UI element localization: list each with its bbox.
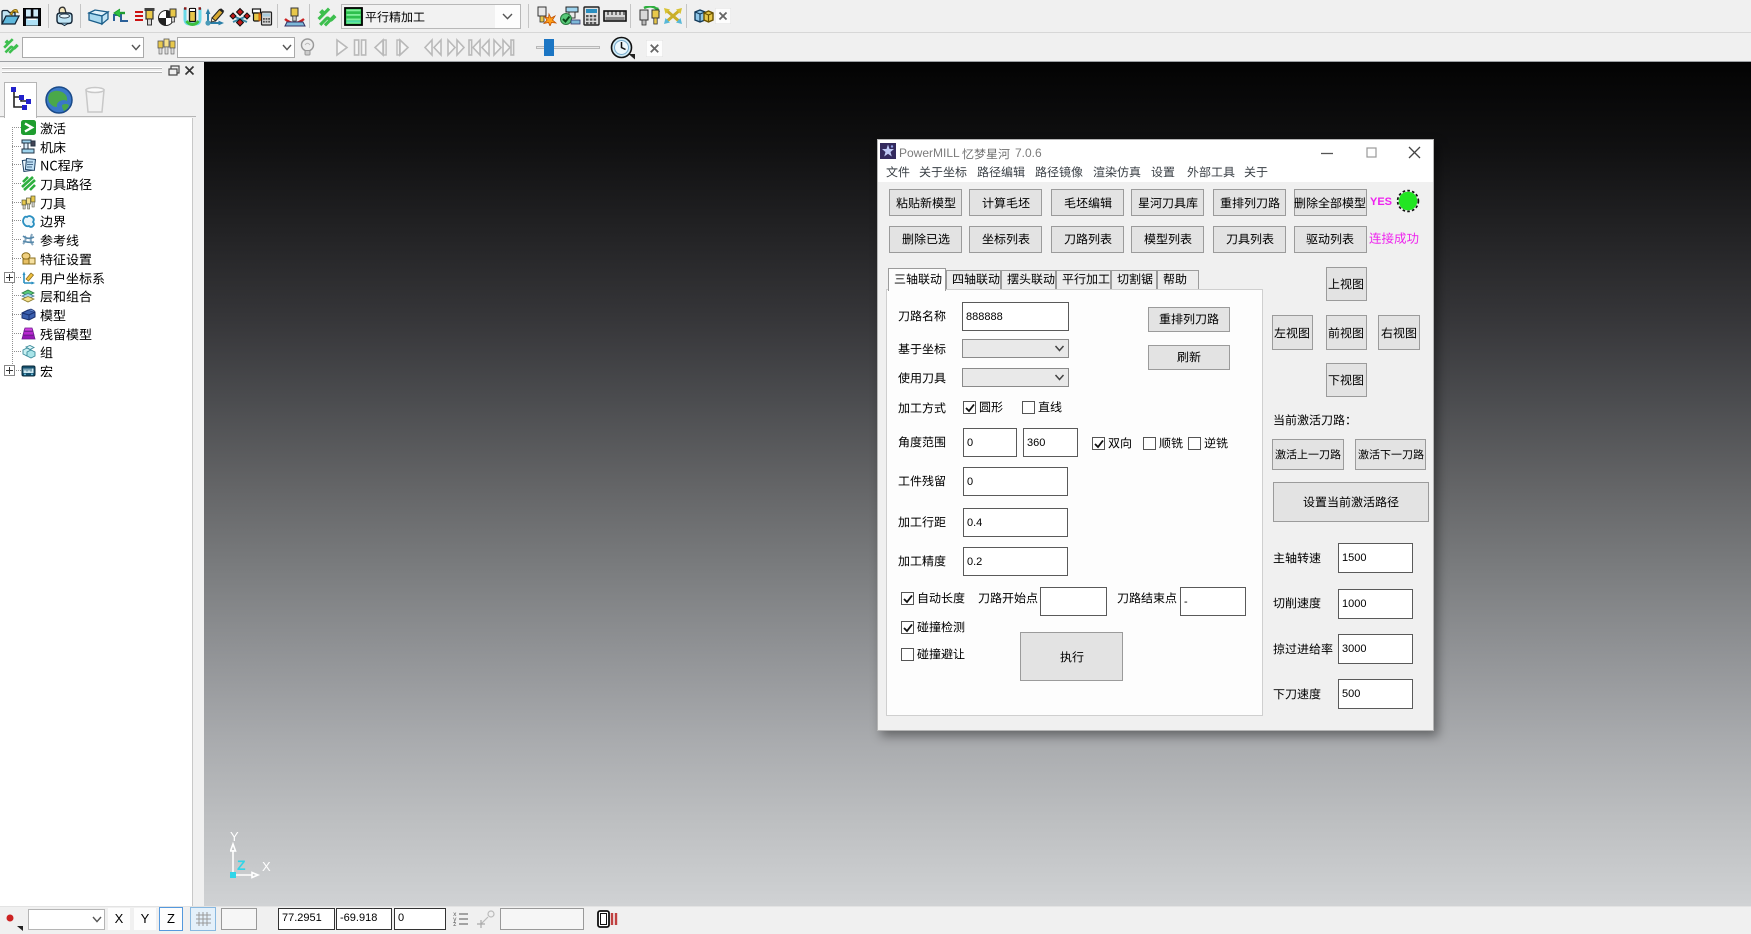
svg-text:z: z bbox=[453, 921, 457, 928]
svg-text:X: X bbox=[262, 859, 271, 874]
svg-text:Z: Z bbox=[237, 857, 246, 873]
svg-text:Y: Y bbox=[230, 830, 239, 844]
